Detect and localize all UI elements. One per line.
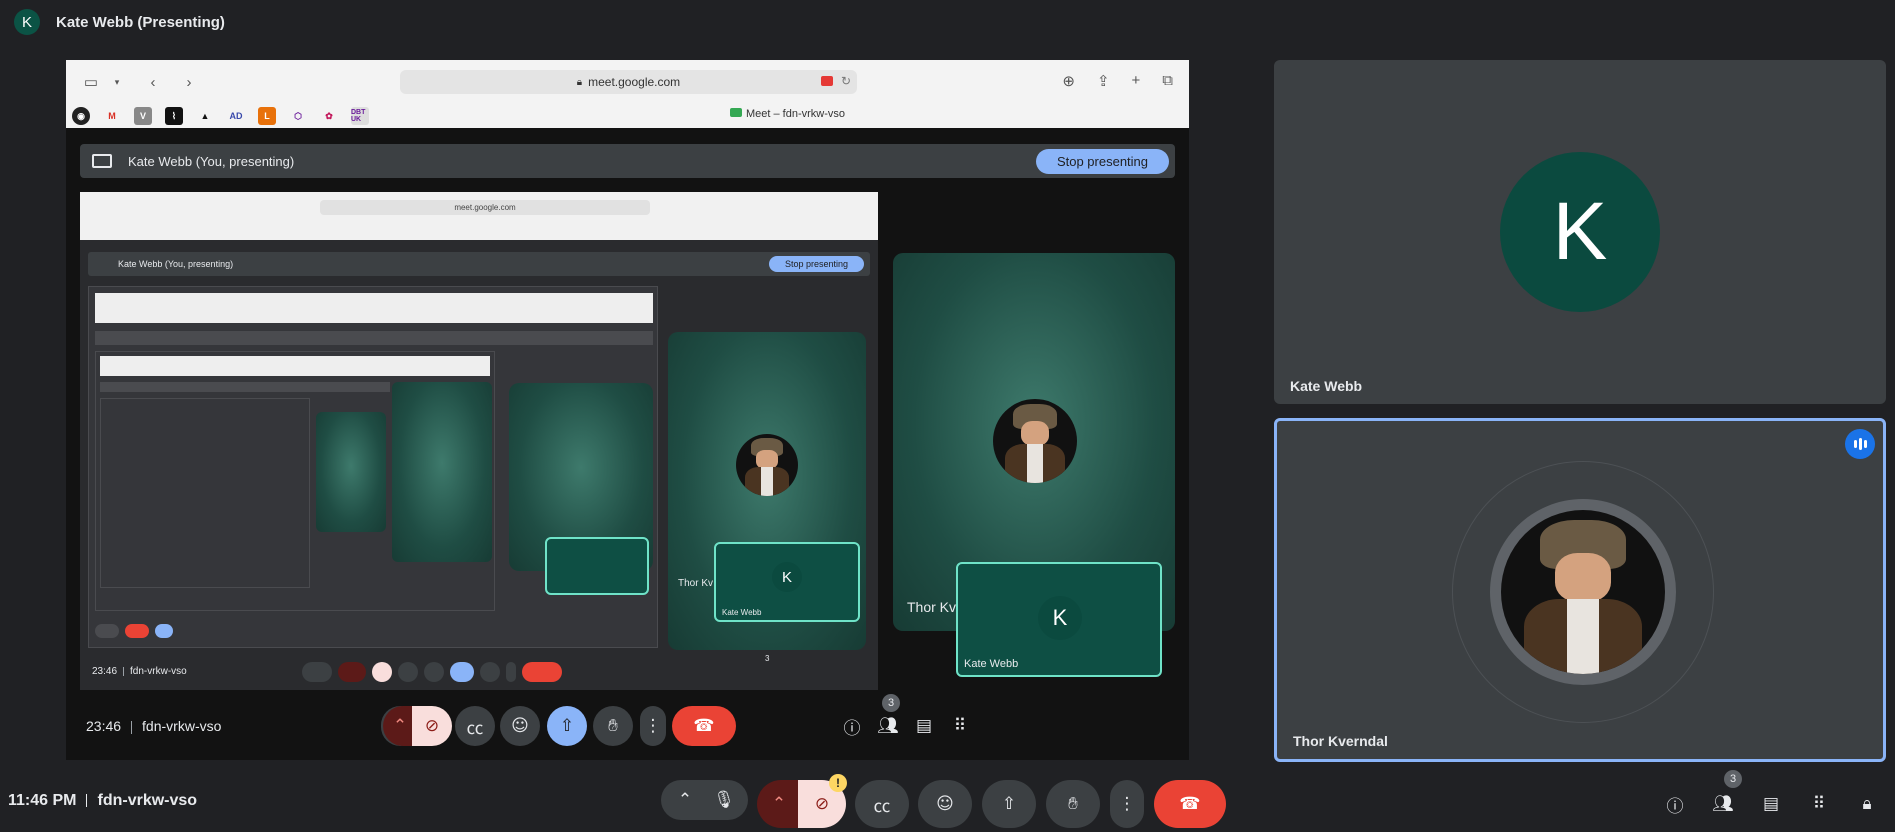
flower-bookmark-icon: ✿ [325, 110, 333, 121]
chevron-down-icon: ▾ [114, 76, 120, 87]
mirror-kate-tile: K Kate Webb [714, 542, 860, 622]
captions-icon: ㏄ [455, 706, 495, 746]
present-icon: ⇧ [547, 706, 587, 746]
new-tab-icon: + [1131, 72, 1141, 89]
shared-meeting-info: 23:46 fdn-vrkw-vso [86, 718, 221, 734]
stop-presenting-button[interactable]: Stop presenting [1036, 149, 1169, 174]
leave-call-button[interactable]: ☎︎ [1154, 780, 1226, 828]
mirror-kate-name: Kate Webb [722, 608, 762, 617]
more-vert-icon: ⋮ [640, 706, 666, 746]
shared-url-bar: 🔒︎ meet.google.com ↻ [400, 70, 857, 94]
mirror-url: meet.google.com [320, 200, 650, 215]
mic-toggle-button[interactable]: 🎙︎ [700, 780, 748, 820]
shield-bookmark-icon: ⬡ [294, 110, 302, 121]
more-options-button[interactable]: ⋮ [1110, 780, 1144, 828]
shared-bottom-bar: 23:46fdn-vrkw-vso ⋯ 🎙︎ ⌃ ⊘ ㏄ ☺ ⇧ ✋︎ ⋮ ☎︎… [66, 694, 1189, 752]
presenting-text: Kate Webb (You, presenting) [128, 153, 295, 169]
shared-tab-title: Meet – fdn-vrkw-vso [730, 108, 845, 120]
thor-name: Thor Kverndal [1293, 733, 1388, 749]
shared-screen: ▭ ▾ ‹ › ◐ 🔒︎ meet.google.com ↻ ⊕ ⇪ + ⧉ ◉… [66, 60, 1189, 760]
mirror-bottom-bar: 23:46 fdn-vrkw-vso 3 [80, 652, 878, 690]
mirror-thor-photo [736, 434, 798, 496]
people-icon: 👥︎ [877, 716, 899, 736]
host-controls-button[interactable]: 🔒︎ [1853, 790, 1881, 818]
thor-avatar-photo [1501, 510, 1665, 674]
reload-icon: ↻ [840, 74, 851, 88]
present-screen-icon [92, 154, 112, 168]
kate-avatar: K [1500, 152, 1660, 312]
forward-icon: › [186, 73, 192, 91]
camera-warning-icon: ! [829, 774, 847, 792]
mirror-stop-button: Stop presenting [769, 256, 864, 272]
bookmarks-bar: ◉ M V ⌇ ▲ AD L ⬡ ✿ DBT UK [66, 104, 1189, 128]
sidebar-toggle-icon: ▭ [83, 74, 99, 91]
apps-icon: ⠿ [953, 716, 967, 736]
mirror-nested-screen [88, 286, 658, 648]
back-icon: ‹ [150, 73, 156, 91]
mirror-browser-toolbar: meet.google.com [80, 192, 878, 240]
chat-icon: ▤ [915, 716, 933, 736]
mirror-participants-badge: 3 [765, 654, 770, 663]
end-call-icon: ☎︎ [672, 706, 736, 746]
participants-count-badge: 3 [1724, 770, 1742, 788]
mirror-nested-screen-2 [95, 351, 495, 611]
mirror-kate-tile-small [545, 537, 649, 595]
kate-webb-tile[interactable]: K Kate Webb [1274, 60, 1886, 404]
video-options-chevron-icon[interactable]: ⌃ [757, 780, 801, 828]
mirror-kate-large-name: Kate Webb [964, 658, 1019, 670]
people-button[interactable]: 👥︎ [1709, 790, 1737, 818]
emoji-button[interactable]: ☺ [918, 780, 972, 828]
raise-hand-button[interactable]: ✋︎ [1046, 780, 1100, 828]
mirror-kate-large-tile: K Kate Webb [956, 562, 1162, 677]
present-button[interactable]: ⇧ [982, 780, 1036, 828]
lock-icon: 🔒︎ [576, 76, 583, 88]
raise-hand-icon: ✋︎ [593, 706, 633, 746]
camera-off-icon: ⊘ [412, 706, 452, 746]
recursive-screen-mirror: meet.google.com Kate Webb (You, presenti… [80, 192, 878, 690]
l-bookmark: L [258, 107, 276, 125]
camera-recording-icon [821, 76, 833, 86]
share-icon: ⇪ [1096, 73, 1110, 90]
captions-button[interactable]: ㏄ [855, 780, 909, 828]
thor-kverndal-tile[interactable]: Thor Kverndal [1274, 418, 1886, 762]
presenter-title: Kate Webb (Presenting) [56, 13, 225, 31]
download-icon: ⊕ [1062, 73, 1075, 90]
kate-name: Kate Webb [1290, 378, 1363, 394]
meeting-code: fdn-vrkw-vso [97, 792, 198, 809]
shared-time: 23:46 [86, 718, 122, 734]
presenter-avatar: K [14, 9, 40, 35]
shared-url: meet.google.com [588, 75, 681, 89]
meeting-details-button[interactable]: ⓘ [1661, 790, 1689, 818]
presenting-banner: Kate Webb (You, presenting) Stop present… [80, 144, 1175, 178]
speaking-indicator-icon [1845, 429, 1875, 459]
meeting-info: 11:46 PM fdn-vrkw-vso [8, 792, 197, 810]
shared-browser-toolbar: ▭ ▾ ‹ › ◐ 🔒︎ meet.google.com ↻ ⊕ ⇪ + ⧉ ◉… [66, 60, 1189, 128]
bookmark-icon: ◉ [72, 107, 90, 125]
chat-button[interactable]: ▤ [1757, 790, 1785, 818]
ad-bookmark: AD [229, 111, 243, 121]
meeting-controls-bar: 11:46 PM fdn-vrkw-vso ⌃ 🎙︎ ⌃ ⊘ ! ㏄ ☺ ⇧ ✋︎… [0, 770, 1895, 832]
shared-meeting-code: fdn-vrkw-vso [142, 718, 222, 734]
shared-participants-badge: 3 [882, 694, 900, 712]
a-bookmark-icon: ▲ [200, 111, 210, 121]
gmail-bookmark: M [108, 111, 116, 121]
chart-bookmark-icon: ⌇ [165, 107, 183, 125]
clock-time: 11:46 PM [8, 792, 77, 809]
mirror-thor-name: Thor Kv [678, 578, 714, 589]
activities-button[interactable]: ⠿ [1805, 790, 1833, 818]
v-bookmark: V [134, 107, 152, 125]
mirror-presenting-banner: Kate Webb (You, presenting) Stop present… [88, 252, 870, 276]
meet-logo-icon [730, 108, 742, 117]
dbt-bookmark: DBT UK [351, 107, 369, 125]
presenter-header: K Kate Webb (Presenting) [0, 0, 1895, 44]
mirror-thor-large-name: Thor Kv [907, 599, 957, 615]
info-icon: ⓘ [843, 718, 861, 739]
tabs-icon: ⧉ [1162, 72, 1173, 89]
emoji-icon: ☺ [500, 706, 540, 746]
mirror-thor-large-photo [993, 399, 1077, 483]
